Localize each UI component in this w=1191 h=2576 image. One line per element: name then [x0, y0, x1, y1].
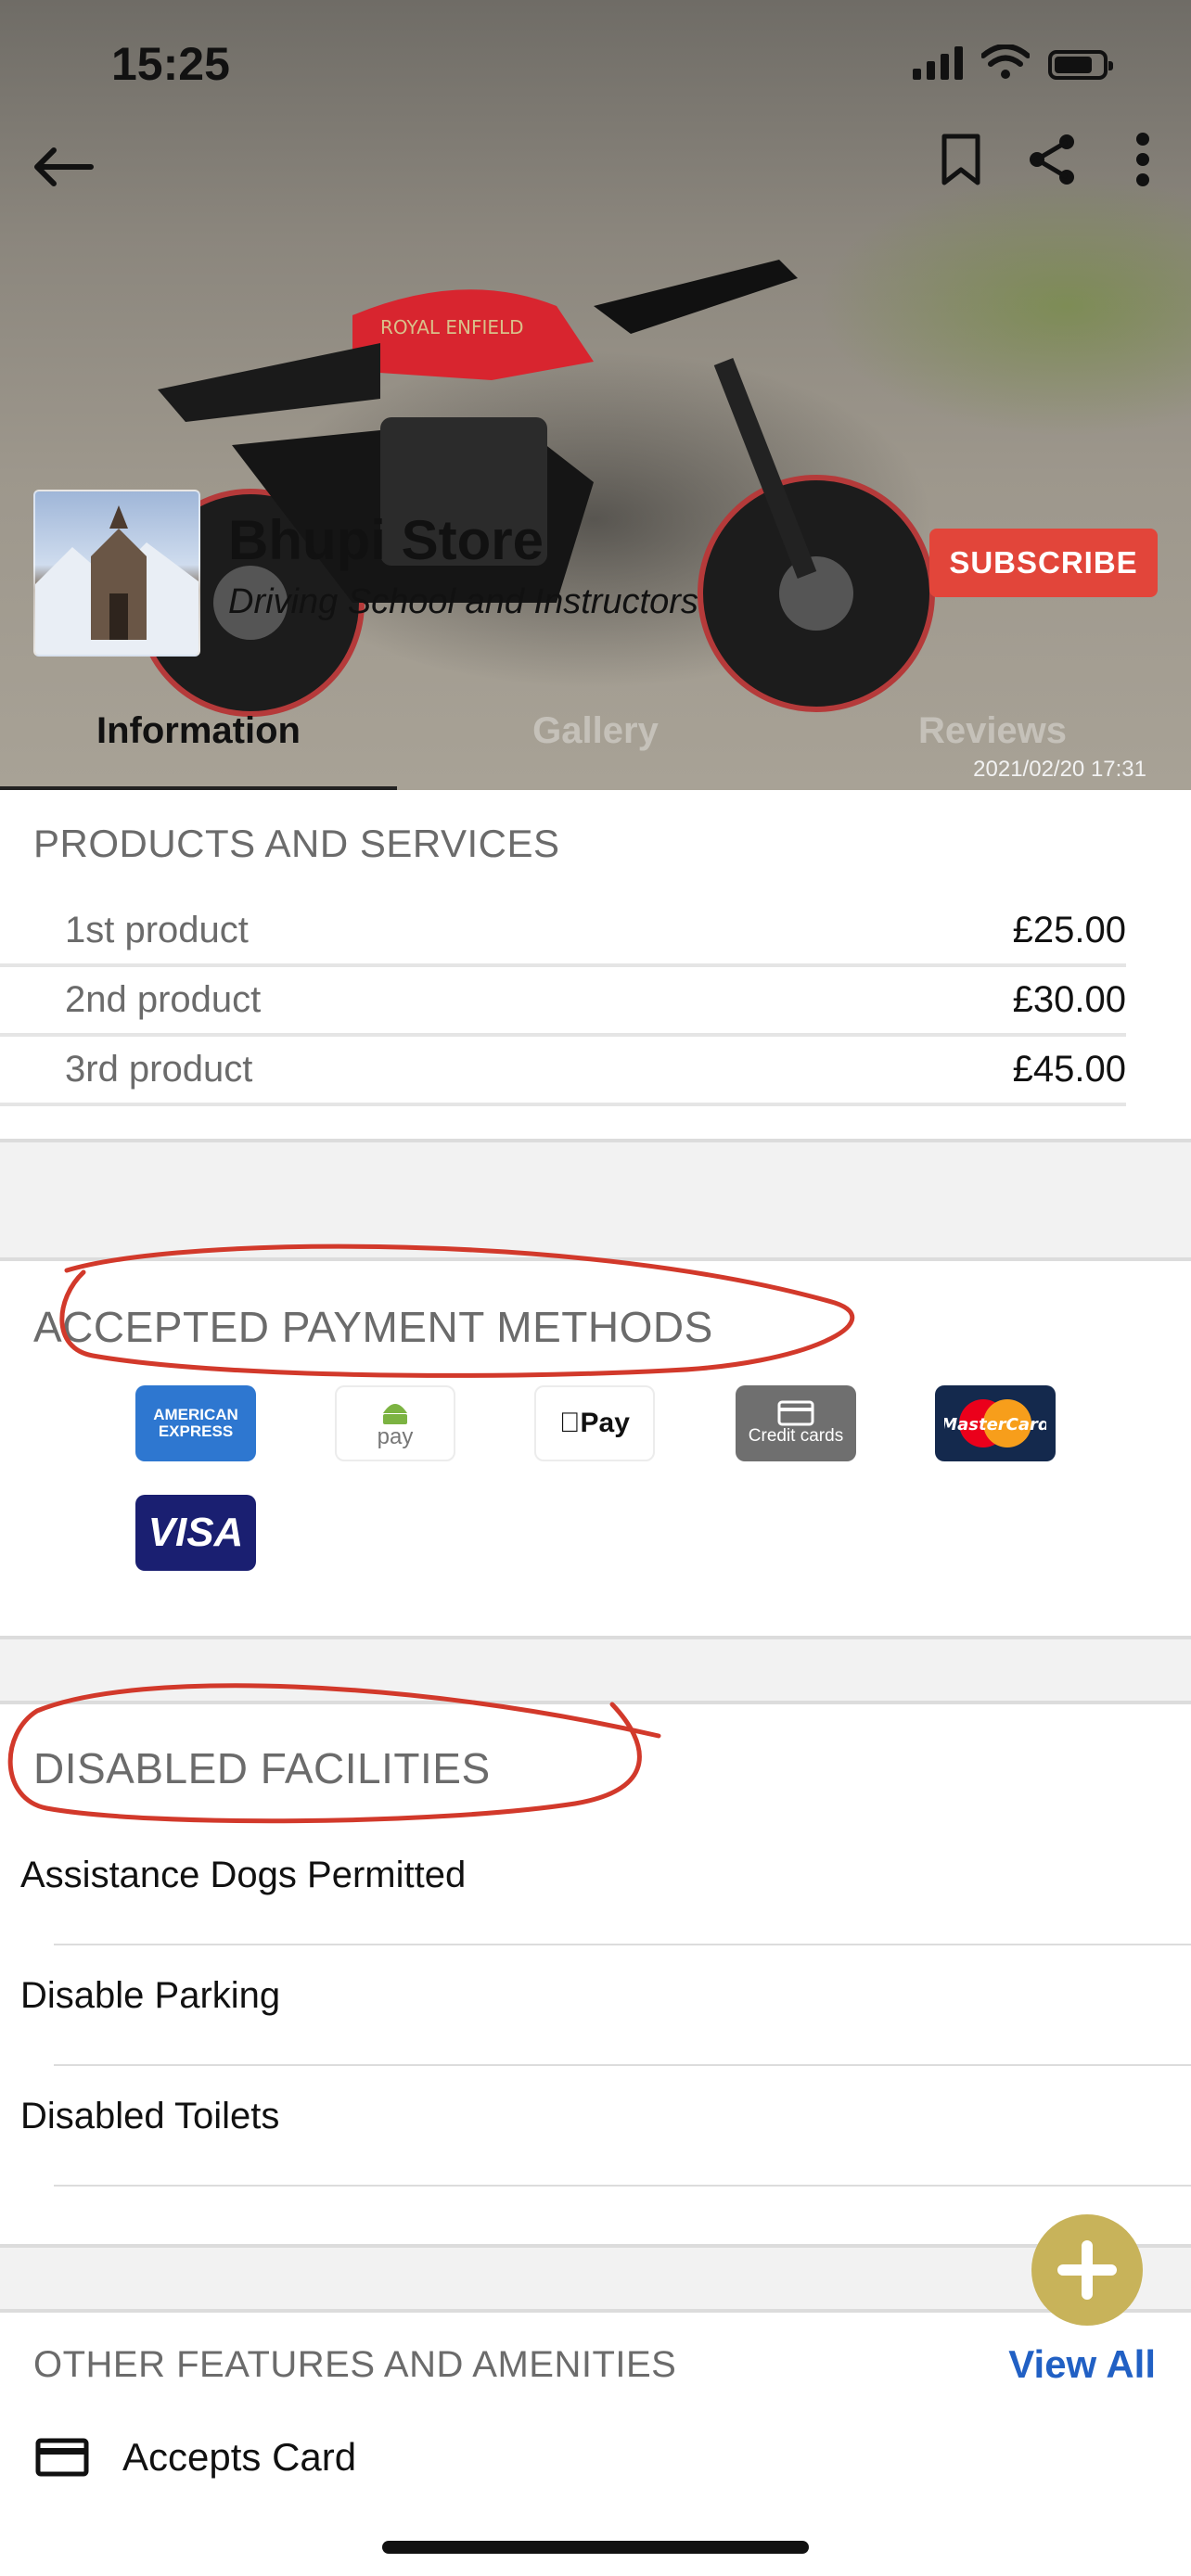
- status-icons: [913, 45, 1113, 80]
- product-price: £30.00: [1012, 979, 1126, 1020]
- view-all-link[interactable]: View All: [1008, 2342, 1156, 2387]
- product-name: 2nd product: [65, 979, 262, 1020]
- tab-information[interactable]: Information: [0, 697, 397, 790]
- product-name: 1st product: [65, 910, 249, 950]
- back-arrow-icon: [34, 147, 94, 186]
- home-indicator: [382, 2541, 809, 2554]
- bike-badge: ROYAL ENFIELD: [380, 316, 524, 338]
- header-actions: [931, 130, 1172, 189]
- motorbike-photo: ROYAL ENFIELD: [136, 260, 935, 717]
- share-icon: [1030, 134, 1074, 185]
- mastercard-logo: MasterCard: [944, 1399, 1046, 1447]
- wifi-icon: [981, 45, 1030, 79]
- feature-label: Accepts Card: [122, 2435, 357, 2479]
- products-section-title: PRODUCTS AND SERVICES: [33, 822, 560, 865]
- plus-icon: [1057, 2240, 1117, 2300]
- store-category: Driving School and Instructors: [228, 582, 698, 621]
- amex-badge: AMERICAN EXPRESS: [135, 1385, 256, 1461]
- facility-label: Assistance Dogs Permitted: [20, 1855, 467, 1895]
- bookmark-button[interactable]: [931, 130, 991, 189]
- product-price: £25.00: [1012, 910, 1126, 950]
- credit-cards-label: Credit cards: [748, 1426, 844, 1446]
- credit-card-icon: [35, 2438, 89, 2477]
- list-item: Disabled Toilets: [0, 2066, 1191, 2187]
- features-section-title: OTHER FEATURES AND AMENITIES: [33, 2344, 677, 2385]
- android-icon: [383, 1404, 407, 1424]
- apple-pay-badge: Pay: [534, 1385, 655, 1461]
- apple-icon: : [559, 1408, 581, 1438]
- feature-item: Accepts Card: [35, 2435, 356, 2480]
- subscribe-button[interactable]: SUBSCRIBE: [929, 529, 1158, 597]
- mastercard-badge: MasterCard: [935, 1385, 1056, 1461]
- photo-timestamp: 2021/02/20 17:31: [973, 757, 1146, 782]
- facilities-section-title: DISABLED FACILITIES: [33, 1744, 491, 1792]
- section-divider: [0, 1139, 1191, 1261]
- apple-pay-label: Pay: [570, 1408, 630, 1438]
- android-pay-label: pay: [377, 1424, 414, 1449]
- more-options-button[interactable]: [1113, 130, 1172, 189]
- product-price: £45.00: [1012, 1049, 1126, 1090]
- product-row[interactable]: 3rd product £45.00: [0, 1037, 1126, 1106]
- payments-section-title: ACCEPTED PAYMENT METHODS: [33, 1303, 713, 1351]
- battery-icon: [1048, 50, 1113, 80]
- amex-line1: AMERICAN: [153, 1406, 238, 1423]
- temple-photo: [35, 505, 198, 655]
- android-pay-badge: pay: [335, 1385, 455, 1461]
- product-row[interactable]: 2nd product £30.00: [0, 967, 1126, 1037]
- product-row[interactable]: 1st product £25.00: [0, 898, 1126, 967]
- visa-label: VISA: [147, 1510, 244, 1555]
- card-icon: [777, 1400, 814, 1426]
- back-button[interactable]: [26, 139, 100, 195]
- facility-label: Disable Parking: [20, 1975, 281, 2016]
- store-avatar: [33, 490, 200, 657]
- cellular-signal-icon: [913, 46, 963, 80]
- mastercard-label: MasterCard: [944, 1415, 1046, 1435]
- section-divider: [0, 2244, 1191, 2313]
- list-item: Assistance Dogs Permitted: [0, 1825, 1191, 1945]
- active-tab-indicator: [0, 786, 397, 790]
- section-divider: [0, 1636, 1191, 1704]
- bookmark-icon: [941, 134, 980, 185]
- divider: [54, 2185, 1191, 2187]
- more-vertical-icon: [1136, 133, 1149, 186]
- add-fab-button[interactable]: [1031, 2214, 1143, 2326]
- visa-badge: VISA: [135, 1495, 256, 1571]
- status-time: 15:25: [111, 38, 230, 90]
- credit-cards-badge: Credit cards: [736, 1385, 856, 1461]
- product-name: 3rd product: [65, 1049, 253, 1090]
- cover-photo: ROYAL ENFIELD 15:25 Bhupi Store Driving …: [0, 0, 1191, 790]
- facility-label: Disabled Toilets: [20, 2096, 280, 2136]
- list-item: Disable Parking: [0, 1945, 1191, 2066]
- amex-line2: EXPRESS: [158, 1422, 234, 1440]
- tab-gallery[interactable]: Gallery: [397, 697, 794, 790]
- store-name: Bhupi Store: [228, 509, 544, 571]
- share-button[interactable]: [1022, 130, 1082, 189]
